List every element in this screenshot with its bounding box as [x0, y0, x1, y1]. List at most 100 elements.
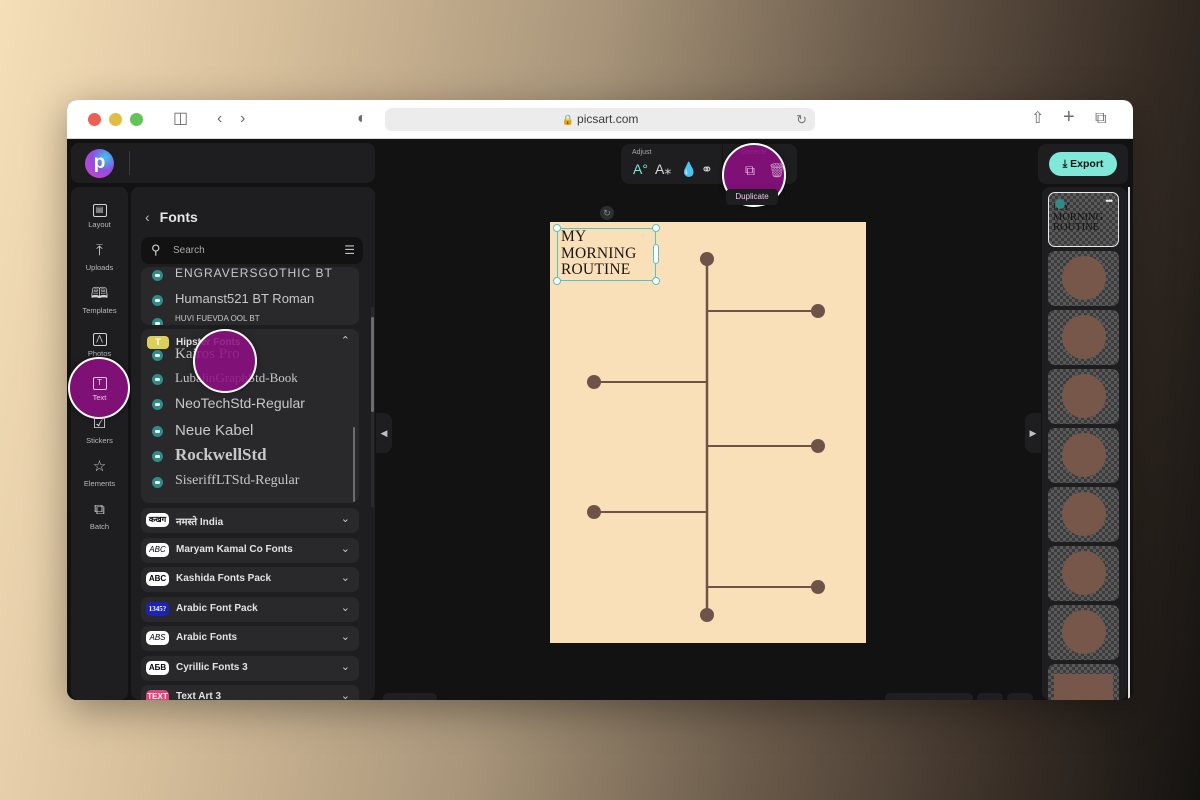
- bottom-control[interactable]: [383, 693, 437, 700]
- tool-label: Layout: [88, 220, 111, 229]
- chevron-left-icon[interactable]: ‹: [217, 109, 222, 129]
- resize-handle-top-left[interactable]: [553, 224, 561, 232]
- delete-icon[interactable]: 🗑: [768, 162, 786, 179]
- tool-text[interactable]: T Text: [71, 372, 128, 402]
- circle-preview: [1062, 374, 1106, 418]
- tabs-icon[interactable]: ⧉: [1095, 109, 1106, 129]
- chevron-down-icon[interactable]: ⌄: [341, 689, 350, 700]
- lock-icon: 🔒: [561, 115, 575, 126]
- font-item[interactable]: NeoTechStd-Regular: [141, 391, 359, 417]
- layer-item-circle[interactable]: [1048, 487, 1119, 542]
- layers-scrollbar[interactable]: [1128, 187, 1130, 700]
- chevron-down-icon[interactable]: ⌄: [341, 630, 350, 643]
- category-item[interactable]: TEXT Text Art 3 ⌄: [141, 685, 359, 700]
- timeline-top-dot[interactable]: [700, 252, 714, 266]
- panel-header: ‹ Fonts: [145, 209, 198, 225]
- tool-stickers[interactable]: ☑ Stickers: [71, 415, 128, 445]
- layer-item-circle[interactable]: [1048, 605, 1119, 660]
- rotate-handle-icon[interactable]: ↻: [600, 206, 614, 220]
- share-icon[interactable]: ⇧: [1031, 109, 1044, 129]
- font-item[interactable]: Neue Kabel: [141, 418, 359, 444]
- design-canvas[interactable]: [550, 222, 866, 643]
- address-bar[interactable]: 🔒 picsart.com ↻: [385, 108, 815, 131]
- resize-handle-top-right[interactable]: [652, 224, 660, 232]
- category-item[interactable]: 1345? Arabic Font Pack ⌄: [141, 597, 359, 622]
- category-item[interactable]: ABC Kashida Fonts Pack ⌄: [141, 567, 359, 592]
- collapse-right-panel-button[interactable]: ▶: [1025, 413, 1041, 453]
- chevron-down-icon[interactable]: ⌄: [341, 601, 350, 614]
- tool-elements[interactable]: ☆ Elements: [71, 458, 128, 488]
- category-thumb: АБВ: [146, 661, 169, 675]
- timeline-branch-dot[interactable]: [587, 505, 601, 519]
- timeline-branch-dot[interactable]: [811, 304, 825, 318]
- tutorial-highlight-hipster-fonts: [193, 329, 257, 393]
- undo-button[interactable]: [977, 693, 1003, 700]
- maximize-window-button[interactable]: [130, 113, 143, 126]
- blend-icon[interactable]: ⚭: [701, 161, 713, 178]
- font-badge-icon: [152, 270, 163, 281]
- category-name: Kashida Fonts Pack: [176, 573, 272, 584]
- timeline-branch-dot[interactable]: [811, 580, 825, 594]
- category-item[interactable]: ABC Maryam Kamal Co Fonts ⌄: [141, 538, 359, 563]
- timeline-branch-dot[interactable]: [811, 439, 825, 453]
- duplicate-icon[interactable]: ⧉: [745, 162, 755, 179]
- chevron-down-icon[interactable]: ⌄: [341, 660, 350, 673]
- selection-box[interactable]: [553, 224, 660, 285]
- layer-item-circle[interactable]: [1048, 310, 1119, 365]
- picsart-logo[interactable]: p: [85, 149, 114, 178]
- duplicate-tooltip: Duplicate: [726, 189, 778, 205]
- url-text: picsart.com: [577, 112, 639, 126]
- category-item[interactable]: АБВ Cyrillic Fonts 3 ⌄: [141, 656, 359, 681]
- text-effects-icon[interactable]: A⁎: [655, 161, 671, 178]
- filter-icon[interactable]: ☰: [344, 243, 355, 257]
- more-icon[interactable]: •••: [1106, 196, 1114, 206]
- category-item[interactable]: कखग नमस्ते India ⌄: [141, 508, 359, 533]
- chevron-right-icon[interactable]: ›: [240, 109, 245, 129]
- tool-templates[interactable]: 🕮 Templates: [71, 285, 128, 315]
- tool-label: Stickers: [86, 436, 113, 445]
- star-icon: ☆: [92, 458, 107, 475]
- layer-item-circle[interactable]: [1048, 369, 1119, 424]
- resize-handle-bottom-left[interactable]: [553, 277, 561, 285]
- resize-handle-bottom-right[interactable]: [652, 277, 660, 285]
- font-item[interactable]: HUVI FUEVDA OOL BT: [141, 310, 359, 325]
- layer-item-rect[interactable]: [1048, 664, 1119, 700]
- font-item[interactable]: RockwellStd: [141, 443, 359, 469]
- tool-photos[interactable]: ⋀ Photos: [71, 328, 128, 358]
- font-item[interactable]: SiseriffLTStd-Regular: [141, 469, 359, 495]
- export-button[interactable]: ⤓ Export: [1049, 152, 1117, 176]
- timeline-bottom-dot[interactable]: [700, 608, 714, 622]
- timeline-branch-dot[interactable]: [587, 375, 601, 389]
- layer-item-circle[interactable]: [1048, 546, 1119, 601]
- font-item[interactable]: ENGRAVERSGOTHIC BT: [141, 267, 359, 288]
- close-window-button[interactable]: [88, 113, 101, 126]
- sidebar-icon[interactable]: ◫: [173, 109, 188, 129]
- layer-item-text[interactable]: MY MORNING ROUTINE •••: [1048, 192, 1119, 247]
- collapse-left-panel-button[interactable]: ◀: [376, 413, 392, 453]
- tool-batch[interactable]: ⧉ Batch: [71, 501, 128, 531]
- layer-item-circle[interactable]: [1048, 428, 1119, 483]
- layers-panel: MY MORNING ROUTINE •••: [1042, 187, 1127, 700]
- reload-icon[interactable]: ↻: [796, 108, 807, 131]
- chevron-down-icon[interactable]: ⌄: [341, 512, 350, 525]
- category-item[interactable]: ABS Arabic Fonts ⌄: [141, 626, 359, 651]
- panel-scrollbar[interactable]: [371, 317, 374, 412]
- tool-layout[interactable]: ▤ Layout: [71, 199, 128, 229]
- chevron-down-icon[interactable]: ⌄: [341, 571, 350, 584]
- search-input[interactable]: [173, 241, 333, 260]
- tool-uploads[interactable]: ⤒ Uploads: [71, 242, 128, 272]
- plus-icon[interactable]: +: [1063, 107, 1075, 127]
- back-chevron-icon[interactable]: ‹: [145, 209, 150, 225]
- zoom-control[interactable]: [885, 693, 973, 700]
- minimize-window-button[interactable]: [109, 113, 122, 126]
- font-color-icon[interactable]: A°: [633, 161, 648, 177]
- group-scrollbar[interactable]: [353, 427, 355, 502]
- layer-item-circle[interactable]: [1048, 251, 1119, 306]
- timeline-graphic[interactable]: [550, 222, 866, 643]
- redo-button[interactable]: [1007, 693, 1033, 700]
- chevron-down-icon[interactable]: ⌄: [341, 542, 350, 555]
- shield-icon[interactable]: ◐: [357, 109, 367, 129]
- tool-label: Text: [92, 393, 107, 402]
- opacity-icon[interactable]: 💧: [680, 161, 697, 178]
- resize-handle-right[interactable]: [653, 244, 659, 264]
